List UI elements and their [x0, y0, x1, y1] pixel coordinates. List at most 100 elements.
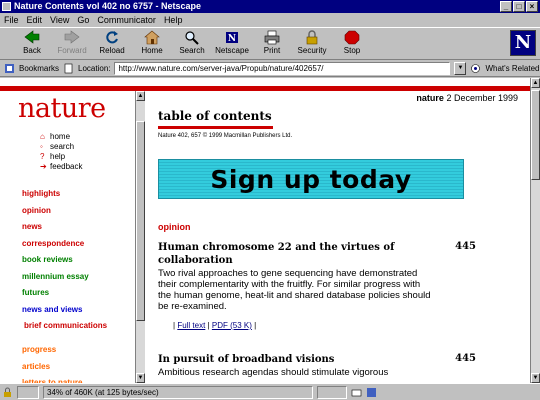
mail-icon[interactable] [351, 387, 362, 398]
nav-news[interactable]: news [22, 219, 132, 236]
nav-letters-to-nature[interactable]: letters to nature [22, 375, 132, 383]
menu-view[interactable]: View [50, 13, 69, 27]
nav-articles[interactable]: articles [22, 359, 132, 376]
feedback-link[interactable]: ➔ feedback [40, 161, 82, 171]
main-scroll-up-button[interactable]: ▲ [531, 78, 540, 88]
netscape-button[interactable]: N Netscape [212, 28, 252, 60]
back-arrow-icon [24, 30, 40, 44]
sidebar-scroll-down-button[interactable]: ▼ [136, 373, 145, 383]
nav-correspondence[interactable]: correspondence [22, 236, 132, 253]
status-cell-empty [317, 385, 347, 399]
article-links: | Full text | PDF (53 K) | [173, 321, 256, 330]
home-button[interactable]: Home [132, 28, 172, 60]
location-toolbar: Bookmarks Location: http://www.nature.co… [0, 60, 540, 77]
menu-communicator[interactable]: Communicator [97, 13, 156, 27]
sign-up-banner[interactable]: Sign up today [158, 159, 464, 199]
whats-related-icon [471, 63, 481, 73]
feedback-link-icon: ➔ [40, 161, 47, 171]
maximize-button[interactable]: □ [513, 1, 525, 12]
location-label: Location: [78, 63, 111, 73]
printer-icon [264, 30, 280, 45]
status-text: 34% of 460K (at 125 bytes/sec) [43, 385, 313, 399]
back-button[interactable]: Back [12, 28, 52, 60]
page-proxy-icon[interactable] [63, 63, 74, 74]
bookmarks-icon [5, 63, 14, 73]
home-link[interactable]: ⌂ home [40, 131, 82, 141]
page-viewport: nature ⌂ home ◦ search ? help ➔ feedback hig… [0, 78, 530, 383]
menu-go[interactable]: Go [77, 13, 89, 27]
menu-edit[interactable]: Edit [27, 13, 43, 27]
nav-brief-communications[interactable]: brief communications [22, 318, 112, 342]
minimize-button[interactable]: _ [500, 1, 512, 12]
utility-links: ⌂ home ◦ search ? help ➔ feedback [40, 131, 82, 171]
status-bar: 34% of 460K (at 125 bytes/sec) [0, 383, 540, 400]
location-url-field[interactable]: http://www.nature.com/server-java/Propub… [114, 61, 451, 75]
main-scroll-down-button[interactable]: ▼ [531, 373, 540, 383]
print-button[interactable]: Print [252, 28, 292, 60]
main-scroll-thumb[interactable] [531, 90, 540, 180]
nav-progress[interactable]: progress [22, 342, 132, 359]
menu-file[interactable]: File [4, 13, 19, 27]
reload-button[interactable]: Reload [92, 28, 132, 60]
title-underline [158, 126, 273, 129]
issue-brand: nature [416, 93, 444, 103]
netscape-guide-icon: N [226, 32, 238, 44]
sidebar-scroll-up-button[interactable]: ▲ [136, 91, 145, 101]
article-page-number: 445 [455, 241, 476, 252]
forward-button[interactable]: Forward [52, 28, 92, 60]
search-button[interactable]: Search [172, 28, 212, 60]
nature-logo[interactable]: nature [18, 93, 106, 124]
nav-highlights[interactable]: highlights [22, 186, 132, 203]
lock-icon [306, 30, 318, 45]
nav-book-reviews[interactable]: book reviews [22, 252, 132, 269]
full-text-link[interactable]: Full text [177, 321, 205, 330]
pdf-link[interactable]: PDF (53 K) [212, 321, 252, 330]
security-button[interactable]: Security [292, 28, 332, 60]
article-title[interactable]: In pursuit of broadband visions [158, 353, 418, 366]
reload-icon [106, 31, 118, 44]
article-title[interactable]: Human chromosome 22 and the virtues of c… [158, 241, 418, 267]
menu-bar: File Edit View Go Communicator Help [0, 13, 540, 27]
home-link-icon: ⌂ [40, 131, 45, 141]
nav-futures[interactable]: futures [22, 285, 132, 302]
article-page-number: 445 [455, 353, 476, 364]
netscape-throbber-logo[interactable]: N [510, 30, 536, 56]
nav-opinion[interactable]: opinion [22, 203, 132, 220]
security-lock-icon[interactable] [2, 387, 13, 398]
netscape-app-icon[interactable] [2, 2, 11, 11]
stop-icon [344, 30, 360, 45]
bookmarks-button[interactable]: Bookmarks [19, 64, 59, 73]
banner-text: Sign up today [210, 164, 412, 194]
help-link-icon: ? [40, 151, 45, 161]
copyright-line: Nature 402, 657 © 1999 Macmillan Publish… [158, 133, 293, 139]
sidebar-scrollbar[interactable]: ▲ ▼ [135, 91, 145, 383]
url-dropdown-button[interactable]: ▼ [454, 61, 467, 75]
help-link[interactable]: ? help [40, 151, 82, 161]
issue-date: 2 December 1999 [446, 93, 518, 103]
nav-news-and-views[interactable]: news and views [22, 302, 132, 319]
window-title: Nature Contents vol 402 no 6757 - Netsca… [14, 1, 202, 11]
section-heading: opinion [158, 222, 191, 232]
search-link[interactable]: ◦ search [40, 141, 82, 151]
stop-button[interactable]: Stop [332, 28, 372, 60]
article-abstract: Ambitious research agendas should stimul… [158, 367, 389, 378]
forward-arrow-icon [64, 30, 80, 44]
nav-millennium-essay[interactable]: millennium essay [22, 269, 132, 286]
whats-related-button[interactable]: What's Related [485, 64, 539, 73]
progress-indicator [17, 385, 39, 399]
main-scrollbar[interactable]: ▲ ▼ [530, 78, 540, 383]
menu-help[interactable]: Help [164, 13, 183, 27]
close-button[interactable]: × [526, 1, 538, 12]
home-icon [144, 30, 160, 45]
section-nav: highlights opinion news correspondence b… [22, 186, 132, 383]
link-separator: | [254, 321, 257, 330]
search-icon [185, 31, 199, 45]
link-separator: | [207, 321, 210, 330]
sidebar-scroll-thumb[interactable] [136, 121, 145, 321]
link-separator: | [173, 321, 176, 330]
page-title: table of contents [158, 109, 272, 123]
contents-frame: nature 2 December 1999 table of contents… [145, 91, 530, 383]
navigation-toolbar: Back Forward Reload Home Search N Netsca… [0, 27, 540, 60]
issue-line: nature 2 December 1999 [416, 93, 518, 103]
component-bar-icon[interactable] [366, 387, 377, 398]
